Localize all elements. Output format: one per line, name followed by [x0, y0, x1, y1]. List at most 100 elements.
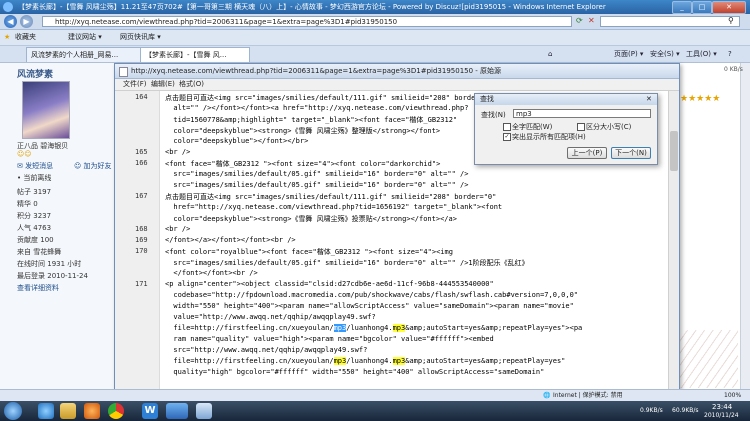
code-line: src="http://www.awqq.net/qqhip/awqqplay4… — [165, 346, 367, 354]
menu-file[interactable]: 文件(F) — [123, 79, 147, 90]
maximize-button[interactable]: □ — [692, 1, 712, 14]
close-button[interactable]: ✕ — [712, 1, 746, 14]
media-player-icon[interactable] — [84, 403, 100, 419]
code-text: src="images/smilies/default/05.gif" smil… — [165, 181, 469, 189]
code-text: width="550" height="400"><param name="al… — [165, 302, 574, 310]
find-close-icon[interactable]: ✕ — [646, 95, 652, 103]
code-text: file=http://firstfeeling.cn/xueyoulan/ — [165, 357, 334, 365]
search-input[interactable] — [600, 16, 740, 27]
code-line: file=http://firstfeeling.cn/xueyoulan/mp… — [165, 357, 565, 365]
code-text: codebase="http://fpdownload.macromedia.c… — [165, 291, 579, 299]
code-text: src="images/smilies/default/05.gif" smil… — [165, 170, 469, 178]
source-page-icon — [119, 67, 128, 77]
code-line: src="images/smilies/default/05.gif" smil… — [165, 181, 468, 189]
line-number: 165 — [135, 148, 148, 156]
clock-date[interactable]: 2010/11/24 — [704, 412, 739, 419]
stop-icon[interactable]: ✕ — [588, 16, 595, 25]
stat-from: 来自 雪花蜂舞 — [17, 248, 62, 256]
code-line: src="images/smilies/default/05.gif" smil… — [165, 170, 468, 178]
code-line: <font face="楷体_GB2312 "><font size="4"><… — [165, 159, 440, 169]
code-line: tid=1560778&amp;highlight=" target="_bla… — [165, 115, 457, 125]
code-line: 点击题目可直达<img src="images/smilies/default/… — [165, 93, 496, 103]
start-button[interactable] — [4, 402, 22, 420]
add-friend-link[interactable]: ☺ 加为好友 — [74, 161, 112, 171]
fav-web-slice[interactable]: 网页快讯库 ▾ — [120, 30, 161, 45]
code-text: color="deepskyblue"></font></br> — [165, 137, 309, 145]
fav-suggested-sites[interactable]: 建议网站 ▾ — [68, 30, 102, 45]
avatar[interactable] — [22, 81, 70, 139]
page-scrollbar[interactable] — [740, 63, 750, 389]
tab-bar: 风流梦素的个人相册_网易... 【梦素长廊】-【雪舞 风... ⌂ 页面(P) … — [0, 46, 750, 63]
code-text: alt="" /></font></font><a href="http://x… — [165, 104, 469, 112]
source-scrollbar[interactable] — [668, 91, 679, 390]
code-line: alt="" /></font></font><a href="http://x… — [165, 104, 468, 112]
forward-icon[interactable]: ▶ — [20, 15, 33, 28]
line-number: 164 — [135, 93, 148, 101]
find-next-button[interactable]: 下一个(N) — [611, 147, 651, 159]
mail-icon[interactable] — [196, 403, 212, 419]
clock-time[interactable]: 23:44 — [712, 403, 732, 411]
tab-thread[interactable]: 【梦素长廊】-【雪舞 风... — [140, 47, 250, 62]
code-line: ram name="quality" value="high"><param n… — [165, 335, 494, 343]
address-bar[interactable]: http://xyq.netease.com/viewthread.php?ti… — [42, 16, 572, 27]
home-icon[interactable]: ⌂ — [548, 46, 552, 62]
code-text: src="http://www.awqq.net/qqhip/awqqplay4… — [165, 346, 368, 354]
tab-album[interactable]: 风流梦素的个人相册_网易... — [26, 47, 146, 62]
code-text: /luanhong4. — [346, 324, 393, 332]
ie-active-window-icon[interactable] — [166, 403, 188, 419]
favorites-star-icon[interactable]: ★ — [4, 30, 10, 45]
code-line: <p align="center"><object classid="clsid… — [165, 280, 494, 288]
code-text: src="images/smilies/default/05.gif" smil… — [165, 259, 529, 267]
view-profile-link[interactable]: 查看详细资料 — [17, 283, 59, 293]
whole-word-label: 全字匹配(W) — [512, 123, 553, 131]
network-speed: 0 KB/s — [724, 66, 743, 73]
line-number: 166 — [135, 159, 148, 167]
search-match-current: mp3 — [333, 324, 347, 332]
code-text: color="deepskyblue"><strong>《雪舞 风啸尘殇》整理版… — [165, 127, 441, 135]
menu-format[interactable]: 格式(O) — [179, 79, 204, 90]
send-message-link[interactable]: ✉ 发短消息 — [17, 161, 53, 171]
username[interactable]: 风流梦素 — [17, 67, 53, 80]
rank-emote-icons: ☺☺ — [17, 150, 32, 158]
whole-word-checkbox[interactable] — [503, 123, 511, 131]
code-text: ram name="quality" value="high"><param n… — [165, 335, 494, 343]
address-row: ◀ ▶ http://xyq.netease.com/viewthread.ph… — [0, 14, 750, 30]
menu-edit[interactable]: 编辑(E) — [151, 79, 175, 90]
code-text: tid=1560778&amp;highlight=" target="_bla… — [165, 116, 458, 124]
explorer-folder-icon[interactable] — [60, 403, 76, 419]
cmd-tools[interactable]: 工具(O) ▾ — [686, 46, 717, 62]
find-dialog-title[interactable]: 查找 — [475, 94, 657, 105]
code-text: color="deepskyblue"><strong>《雪舞 风啸尘殇》投票贴… — [165, 215, 457, 223]
code-line: src="images/smilies/default/05.gif" smil… — [165, 258, 529, 268]
favorites-button[interactable]: 收藏夹 — [15, 30, 36, 45]
code-text: <font face="楷体_GB2312 "><font size="4"><… — [165, 160, 441, 168]
match-case-label: 区分大小写(C) — [586, 123, 632, 131]
download-speed: 60.9KB/s — [672, 407, 699, 414]
message-icon: ✉ — [17, 162, 26, 170]
user-profile-panel: 风流梦素 正八品 碧海银贝 ☺☺ ✉ 发短消息 ☺ 加为好友 • 当前离线 帖子… — [0, 63, 118, 389]
source-menu-bar: 文件(F) 编辑(E) 格式(O) — [115, 79, 679, 91]
cmd-help[interactable]: ? — [728, 46, 732, 62]
source-title-bar[interactable]: http://xyq.netease.com/viewthread.php?ti… — [115, 64, 679, 79]
find-previous-button[interactable]: 上一个(P) — [567, 147, 607, 159]
chrome-icon[interactable] — [108, 403, 124, 419]
code-line: color="deepskyblue"></font></br> — [165, 137, 308, 145]
back-icon[interactable]: ◀ — [4, 15, 17, 28]
line-number: 168 — [135, 225, 148, 233]
search-icon[interactable]: ⚲ — [728, 16, 734, 25]
ie-taskbar-icon[interactable] — [38, 403, 54, 419]
minimize-button[interactable]: _ — [672, 1, 692, 14]
code-line: <font color="royalblue"><font face="楷体_G… — [165, 247, 453, 257]
match-case-checkbox[interactable] — [577, 123, 585, 131]
search-match: mp3 — [333, 357, 347, 365]
code-line: width="550" height="400"><param name="al… — [165, 302, 574, 310]
word-icon[interactable]: W — [142, 403, 158, 419]
highlight-all-checkbox[interactable]: ✓ — [503, 133, 511, 141]
refresh-icon[interactable]: ⟳ — [576, 16, 583, 25]
cmd-safety[interactable]: 安全(S) ▾ — [650, 46, 680, 62]
cmd-page[interactable]: 页面(P) ▾ — [614, 46, 643, 62]
favorites-bar: ★ 收藏夹 建议网站 ▾ 网页快讯库 ▾ — [0, 30, 750, 46]
find-input[interactable]: mp3 — [513, 109, 651, 118]
source-scroll-thumb[interactable] — [670, 131, 678, 171]
add-friend-icon: ☺ — [74, 162, 84, 170]
